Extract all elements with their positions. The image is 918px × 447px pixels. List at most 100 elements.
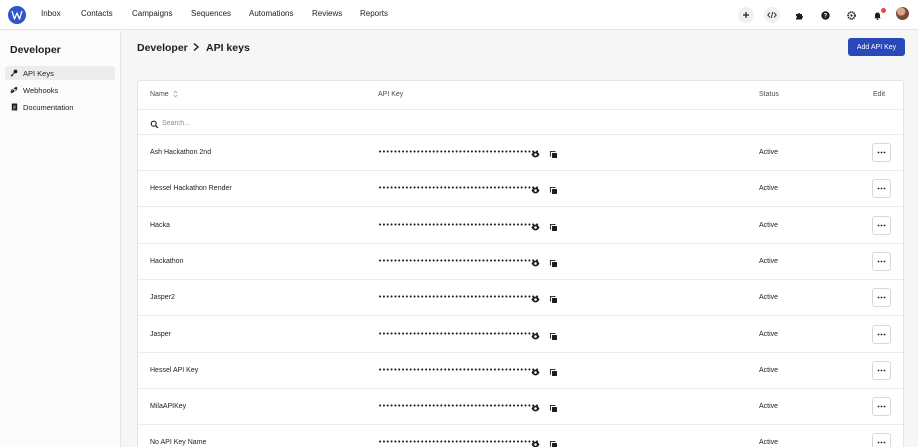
api-keys-table: Name API Key Status Edit Ash Hackathon 2… [137,80,904,447]
column-header-status: Status [759,91,779,98]
notification-badge [881,8,886,13]
sidebar-item-webhooks[interactable]: Webhooks [5,83,115,97]
masked-api-key: ••••••••••••••••••••••••••••••••••••••••… [378,402,539,411]
edit-menu-button[interactable] [872,251,891,271]
code-icon[interactable] [764,7,780,23]
status-text: Active [759,366,779,374]
eye-icon[interactable] [531,257,540,267]
masked-api-key: ••••••••••••••••••••••••••••••••••••••••… [378,184,539,193]
nav-contacts[interactable]: Contacts [81,9,113,18]
nav-automations[interactable]: Automations [249,9,293,18]
key-name: Hessel API Key [150,366,199,374]
table-row: Jasper ••••••••••••••••••••••••••••••••••… [138,317,903,353]
status-text: Active [759,439,779,447]
copy-icon[interactable] [549,148,558,158]
column-header-edit: Edit [873,91,886,98]
table-row: Ash Hackathon 2nd •••••••••••••••••••••••… [138,135,903,171]
table-row: Jasper2 •••••••••••••••••••••••••••••••••… [138,280,903,317]
copy-icon[interactable] [549,402,558,413]
sidebar-item-label: Documentation [23,102,74,112]
masked-api-key: ••••••••••••••••••••••••••••••••••••••••… [378,293,539,302]
more-horizontal-icon [877,296,886,299]
nav-inbox[interactable]: Inbox [41,9,61,18]
page-title: API keys [206,42,250,54]
copy-icon[interactable] [549,438,558,447]
sidebar-item-label: API Keys [23,68,54,78]
sidebar-item-documentation[interactable]: Documentation [5,100,115,114]
masked-api-key: ••••••••••••••••••••••••••••••••••••••••… [378,438,539,447]
sidebar-item-api-keys[interactable]: API Keys [5,66,115,80]
settings-icon[interactable] [843,7,859,23]
help-icon[interactable]: ? [817,7,833,23]
status-text: Active [759,330,779,338]
edit-menu-button[interactable] [872,360,891,380]
chevron-right-icon [191,41,201,53]
edit-menu-button[interactable] [872,179,891,199]
breadcrumb-developer[interactable]: Developer [137,42,188,54]
plus-icon[interactable] [738,7,754,23]
eye-icon[interactable] [531,184,540,194]
more-horizontal-icon [877,405,886,408]
key-icon [10,69,18,77]
eye-icon[interactable] [531,402,540,412]
masked-api-key: ••••••••••••••••••••••••••••••••••••••••… [378,329,539,338]
eye-icon[interactable] [531,221,540,230]
edit-menu-button[interactable] [872,397,891,417]
more-horizontal-icon [877,151,886,154]
sidebar-title: Developer [10,44,61,56]
status-text: Active [759,221,779,229]
copy-icon[interactable] [549,257,558,267]
search-input[interactable] [162,117,462,129]
eye-icon[interactable] [531,148,540,158]
nav-reports[interactable]: Reports [360,9,388,18]
eye-icon[interactable] [531,330,540,339]
edit-menu-button[interactable] [872,324,891,344]
add-api-key-button[interactable]: Add API Key [848,38,905,56]
table-row: Hackathon •••••••••••••••••••••••••••••••… [138,244,903,280]
app-logo[interactable] [8,6,26,24]
column-header-name[interactable]: Name [150,91,169,98]
masked-api-key: ••••••••••••••••••••••••••••••••••••••••… [378,220,539,229]
masked-api-key: ••••••••••••••••••••••••••••••••••••••••… [378,256,539,265]
edit-menu-button[interactable] [872,215,891,235]
table-row: Hessel API Key ••••••••••••••••••••••••••… [138,353,903,389]
more-horizontal-icon [877,187,886,190]
copy-icon[interactable] [549,293,558,304]
nav-sequences[interactable]: Sequences [191,9,231,18]
copy-icon[interactable] [549,221,558,231]
copy-icon[interactable] [549,366,558,376]
edit-menu-button[interactable] [872,433,891,447]
masked-api-key: ••••••••••••••••••••••••••••••••••••••••… [378,365,539,374]
more-horizontal-icon [877,260,886,263]
more-horizontal-icon [877,224,886,227]
status-text: Active [759,294,779,302]
puzzle-icon[interactable] [791,7,807,23]
key-name: Hacka [150,221,170,229]
table-row: Hessel Hackathon Render •••••••••••••••••… [138,171,903,208]
status-text: Active [759,403,779,411]
eye-icon[interactable] [531,438,540,447]
status-text: Active [759,185,779,193]
nav-reviews[interactable]: Reviews [312,9,342,18]
edit-menu-button[interactable] [872,143,891,162]
eye-icon[interactable] [531,293,540,303]
sort-icon[interactable] [173,90,178,100]
avatar[interactable] [896,7,909,20]
key-name: Hackathon [150,257,184,265]
key-name: Ash Hackathon 2nd [150,149,212,156]
more-horizontal-icon [877,441,886,444]
table-row: MilaAPIKey ••••••••••••••••••••••••••••••… [138,389,903,426]
key-name: MilaAPIKey [150,403,187,411]
copy-icon[interactable] [549,184,558,195]
more-horizontal-icon [877,333,886,336]
table-row: No API Key Name •••••••••••••••••••••••••… [138,425,903,447]
more-horizontal-icon [877,369,886,372]
masked-api-key: ••••••••••••••••••••••••••••••••••••••••… [378,148,539,156]
table-row: Hacka •••••••••••••••••••••••••••••••••••… [138,208,903,244]
status-text: Active [759,149,779,156]
copy-icon[interactable] [549,330,558,340]
edit-menu-button[interactable] [872,288,891,308]
eye-icon[interactable] [531,366,540,376]
nav-campaigns[interactable]: Campaigns [132,9,172,18]
key-name: No API Key Name [150,439,207,447]
